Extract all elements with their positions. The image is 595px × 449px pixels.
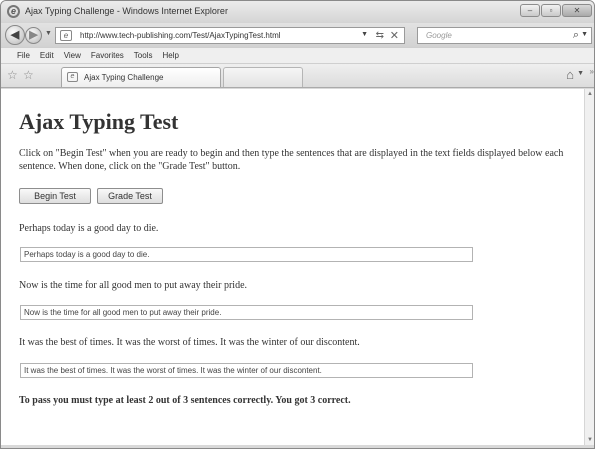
menu-edit[interactable]: Edit [35,48,59,63]
maximize-button[interactable]: ▫ [541,4,561,17]
menu-help[interactable]: Help [157,48,183,63]
search-dropdown-icon[interactable]: ▼ [581,31,588,38]
title-bar: e Ajax Typing Challenge - Windows Intern… [1,1,594,23]
status-bar [1,445,594,448]
sentence-1-prompt: Perhaps today is a good day to die. [19,223,159,234]
navigation-bar: ◀ ▶ ▼ e http://www.tech-publishing.com/T… [1,23,594,47]
close-button[interactable]: ✕ [562,4,592,17]
tab-bar: ☆ ☆ e Ajax Typing Challenge ⌂ ▼ » [1,64,594,88]
search-box[interactable]: Google ⌕ ▼ [417,27,592,44]
page-icon: e [60,30,72,41]
tab-label[interactable]: Ajax Typing Challenge [84,73,163,82]
sentence-2-input[interactable]: Now is the time for all good men to put … [20,305,473,320]
window-controls: – ▫ ✕ [520,4,592,17]
add-favorites-icon[interactable]: ☆ [23,68,34,82]
search-placeholder[interactable]: Google [426,31,452,40]
history-dropdown-icon[interactable]: ▼ [45,30,52,37]
favorites-star-icon[interactable]: ☆ [7,68,18,82]
ie-icon: e [7,5,20,18]
grade-test-button[interactable]: Grade Test [97,188,163,204]
menu-tools[interactable]: Tools [129,48,158,63]
url-text[interactable]: http://www.tech-publishing.com/Test/Ajax… [80,31,281,40]
page-content: Ajax Typing Test Click on "Begin Test" w… [1,89,584,445]
sentence-3-input[interactable]: It was the best of times. It was the wor… [20,363,473,378]
page-title: Ajax Typing Test [19,109,179,134]
back-button[interactable]: ◀ [5,25,25,45]
window-title: Ajax Typing Challenge - Windows Internet… [25,6,228,16]
sentence-2-prompt: Now is the time for all good men to put … [19,280,248,291]
menu-file[interactable]: File [12,48,35,63]
search-icon[interactable]: ⌕ [573,29,579,42]
vertical-scrollbar[interactable]: ▲ ▼ [584,89,594,445]
menu-view[interactable]: View [59,48,86,63]
stop-icon[interactable]: ✕ [390,29,399,42]
scroll-up-icon[interactable]: ▲ [587,91,593,97]
tab-page-icon: e [67,72,78,82]
new-tab-button[interactable] [223,67,303,87]
menu-favorites[interactable]: Favorites [86,48,129,63]
browser-window: e Ajax Typing Challenge - Windows Intern… [0,0,595,449]
sentence-1-input[interactable]: Perhaps today is a good day to die. [20,247,473,262]
scroll-down-icon[interactable]: ▼ [587,437,593,443]
forward-button[interactable]: ▶ [25,27,42,44]
home-icon[interactable]: ⌂ [566,67,574,82]
instructions-text: Click on "Begin Test" when you are ready… [19,148,564,172]
tab-ajax-typing-challenge[interactable]: e Ajax Typing Challenge [61,67,221,87]
menu-bar: File Edit View Favorites Tools Help [1,47,594,64]
result-message: To pass you must type at least 2 out of … [19,395,351,406]
address-dropdown-icon[interactable]: ▼ [361,31,368,38]
home-dropdown-icon[interactable]: ▼ [577,70,584,77]
chevron-more-icon[interactable]: » [590,67,594,76]
begin-test-button[interactable]: Begin Test [19,188,91,204]
address-bar[interactable]: e http://www.tech-publishing.com/Test/Aj… [55,27,405,44]
minimize-button[interactable]: – [520,4,540,17]
sentence-3-prompt: It was the best of times. It was the wor… [19,337,360,348]
refresh-icon[interactable]: ⇆ [376,30,384,41]
